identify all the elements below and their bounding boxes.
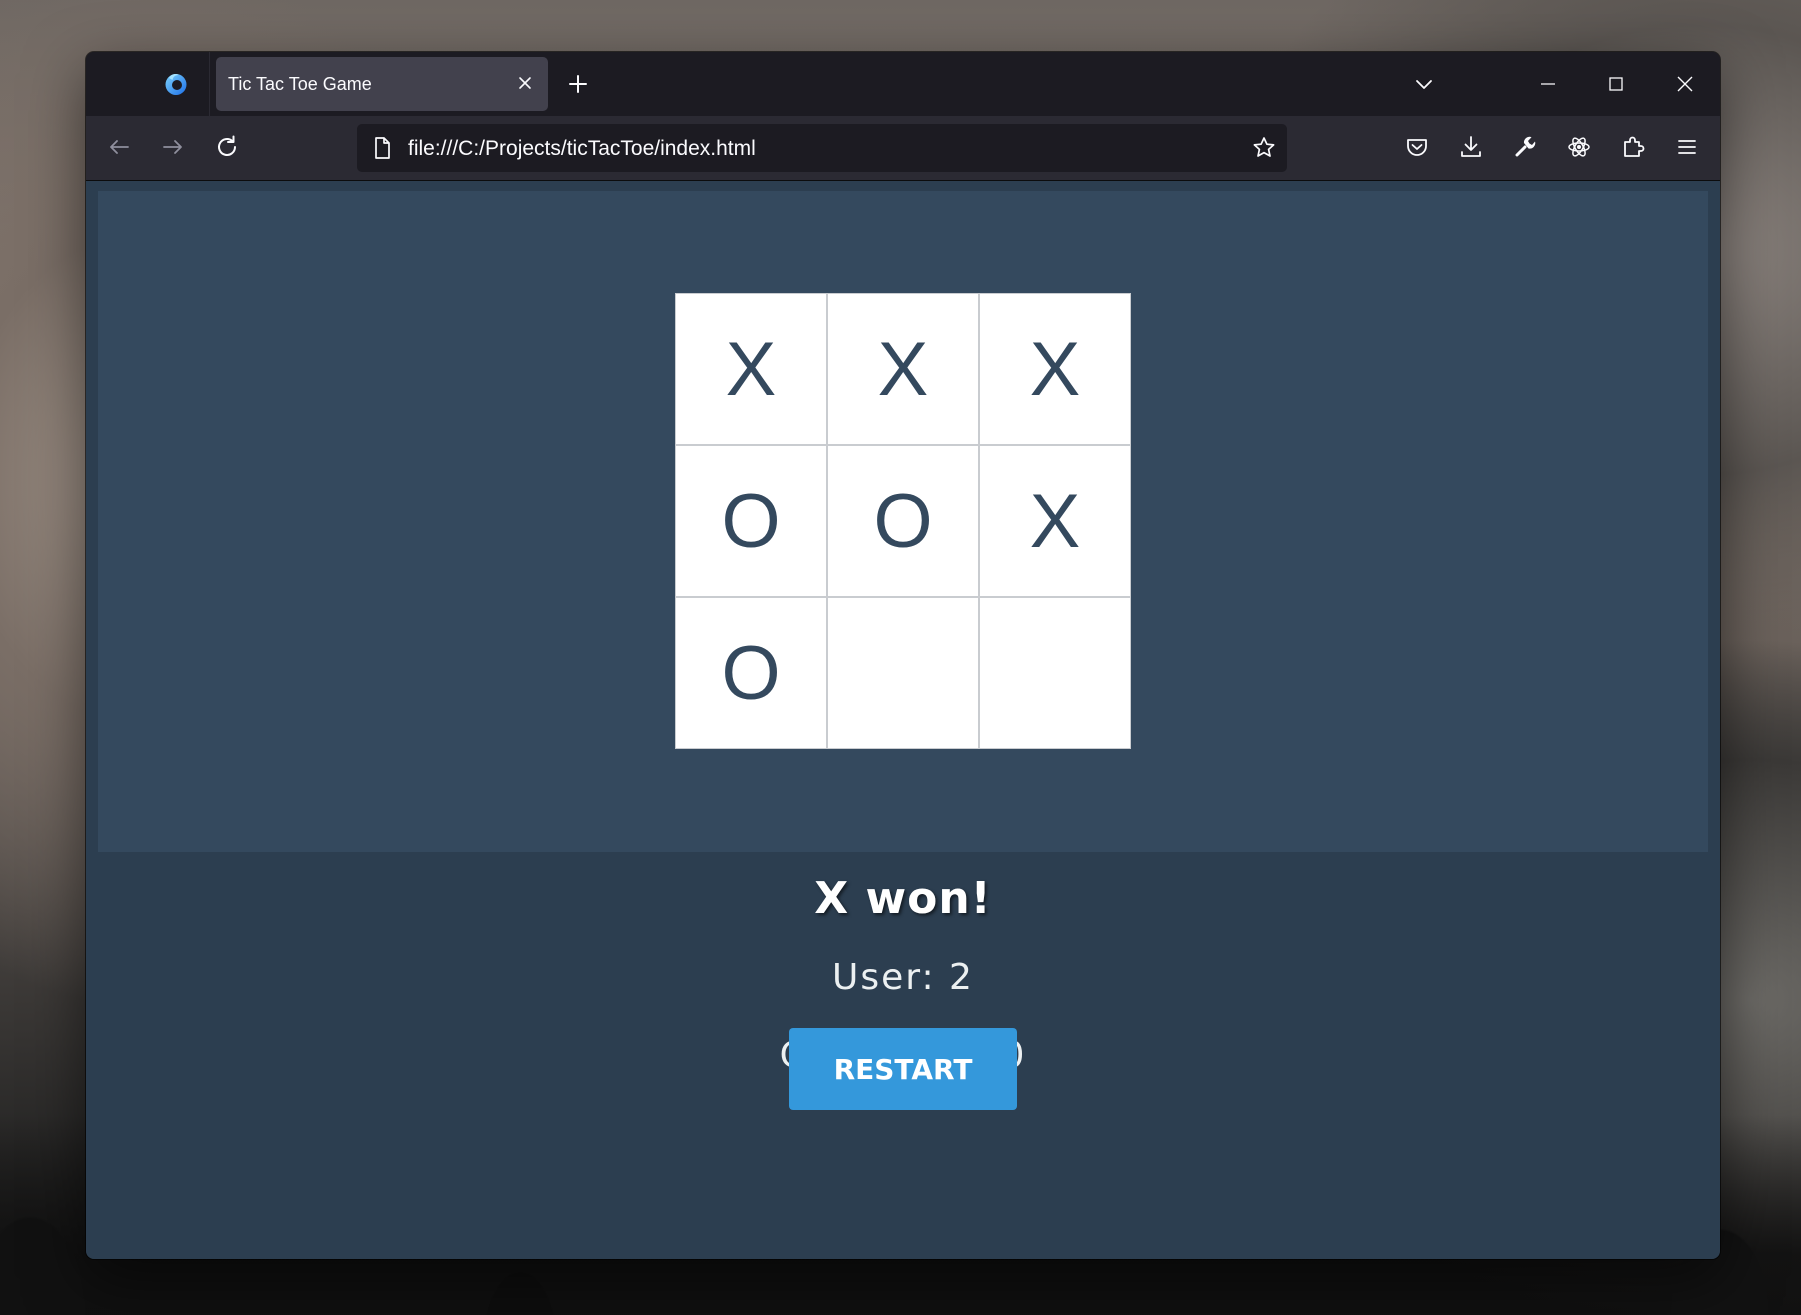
plus-icon[interactable] [564, 70, 592, 98]
firefox-icon[interactable] [164, 72, 188, 96]
board-cell[interactable]: O [675, 445, 827, 597]
tab-active[interactable]: Tic Tac Toe Game [216, 57, 548, 111]
tab-divider [209, 52, 210, 116]
tab-title: Tic Tac Toe Game [228, 74, 372, 94]
minimize-icon[interactable] [1532, 68, 1564, 100]
forward-arrow-icon[interactable] [158, 132, 188, 162]
page-icon [371, 136, 393, 160]
board-cell[interactable]: O [675, 597, 827, 749]
close-icon[interactable] [1669, 68, 1701, 100]
maximize-icon[interactable] [1600, 68, 1632, 100]
user-score: User: 2 [832, 957, 974, 998]
board-cell[interactable]: X [979, 445, 1131, 597]
web-page: X X X O O X O X won! User: 2 Computer: 0… [86, 181, 1720, 1259]
chevron-down-icon[interactable] [1411, 71, 1437, 97]
puzzle-icon[interactable] [1618, 132, 1648, 162]
url-text[interactable]: file:///C:/Projects/ticTacToe/index.html [408, 137, 756, 161]
atom-icon[interactable] [1564, 132, 1594, 162]
board-cell[interactable] [827, 597, 979, 749]
board-cell[interactable]: X [675, 293, 827, 445]
download-icon[interactable] [1456, 132, 1486, 162]
board-area: X X X O O X O [98, 191, 1708, 852]
tab-strip: Tic Tac Toe Game [86, 52, 1720, 116]
pocket-icon[interactable] [1402, 132, 1432, 162]
board-cell[interactable]: X [979, 293, 1131, 445]
wrench-icon[interactable] [1510, 132, 1540, 162]
restart-button[interactable]: RESTART [789, 1028, 1017, 1110]
url-bar[interactable]: file:///C:/Projects/ticTacToe/index.html [357, 124, 1287, 172]
board-cell[interactable]: O [827, 445, 979, 597]
navigation-toolbar: file:///C:/Projects/ticTacToe/index.html [86, 116, 1720, 181]
close-icon[interactable] [514, 72, 536, 94]
board-cell[interactable] [979, 597, 1131, 749]
board-cell[interactable]: X [827, 293, 979, 445]
reload-icon[interactable] [212, 132, 242, 162]
game-board: X X X O O X O [675, 293, 1131, 749]
game-status: X won! [814, 873, 992, 924]
star-icon[interactable] [1251, 135, 1277, 161]
back-arrow-icon[interactable] [104, 132, 134, 162]
browser-window: Tic Tac Toe Game file:///C:/Projects/tic… [86, 52, 1720, 1259]
hamburger-menu-icon[interactable] [1672, 132, 1702, 162]
